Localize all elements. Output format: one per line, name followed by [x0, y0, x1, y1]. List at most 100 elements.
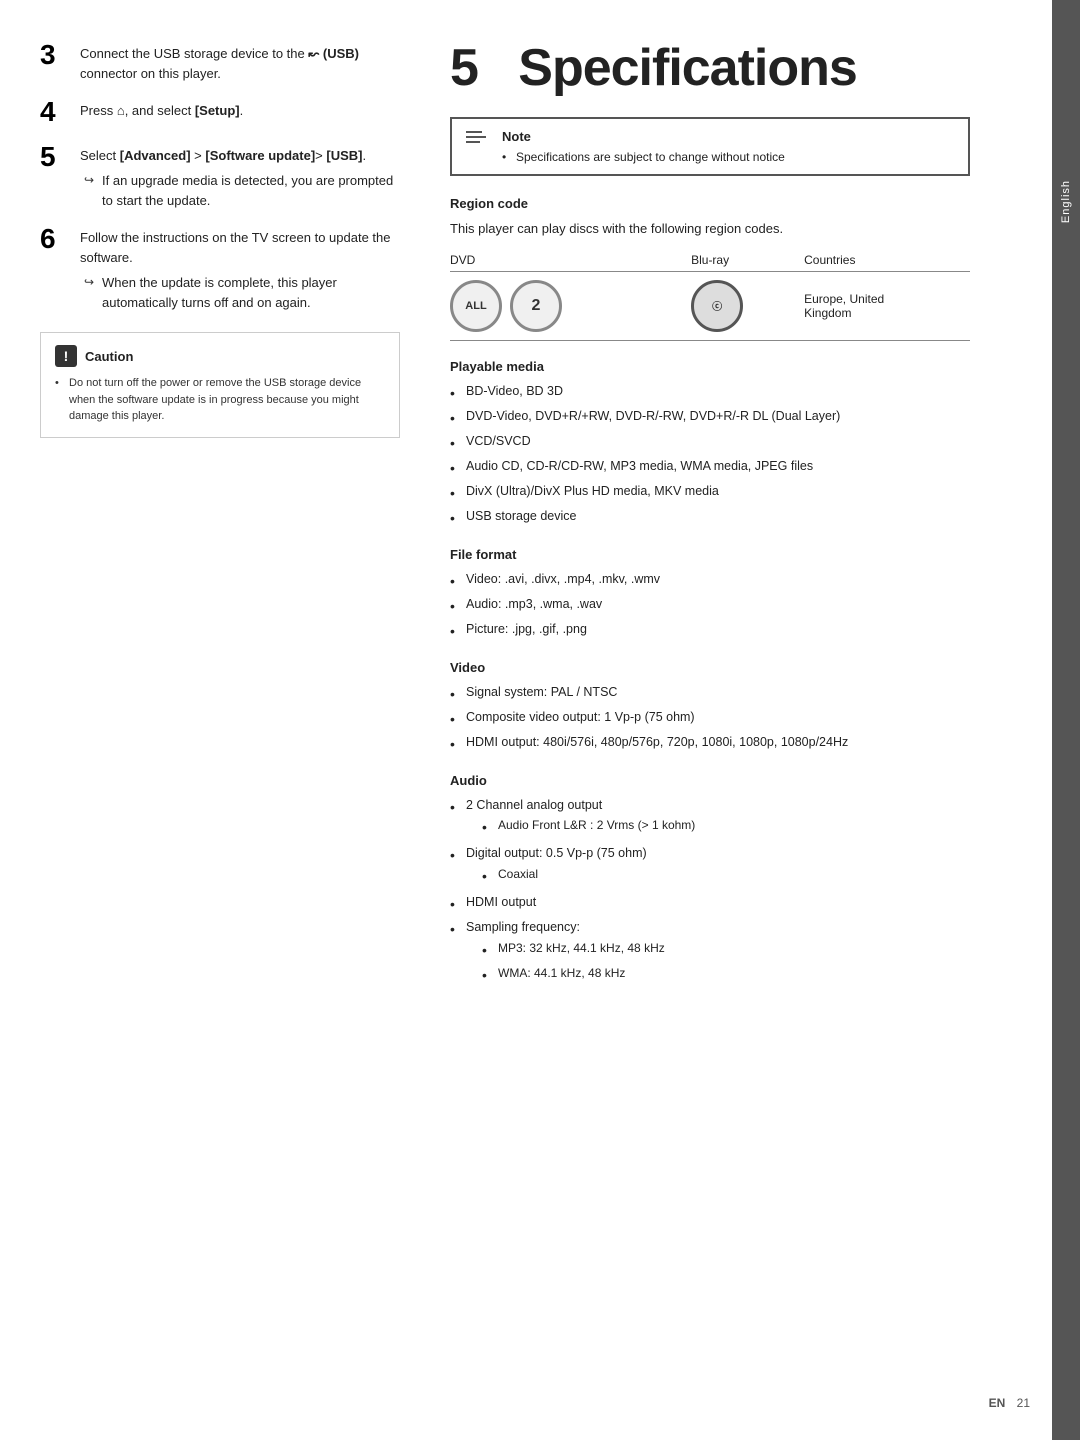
region-code-heading: Region code	[450, 196, 970, 211]
step-number-3: 3	[40, 40, 80, 71]
sub-bullet: •	[482, 964, 498, 986]
note-line-3	[466, 141, 480, 143]
note-line-2	[466, 136, 486, 138]
audio-sub-item-wma: • WMA: 44.1 kHz, 48 kHz	[482, 964, 665, 986]
dvd-all-label: ALL	[465, 300, 486, 312]
sub-bullet: •	[482, 939, 498, 961]
bullet: •	[450, 382, 466, 404]
playable-media-list: •BD-Video, BD 3D •DVD-Video, DVD+R/+RW, …	[450, 382, 970, 529]
language-tab: English	[1052, 0, 1080, 1440]
video-list: •Signal system: PAL / NTSC •Composite vi…	[450, 683, 970, 755]
caution-text: • Do not turn off the power or remove th…	[55, 375, 385, 425]
playable-media-item-2: •DVD-Video, DVD+R/+RW, DVD-R/-RW, DVD+R/…	[450, 407, 970, 429]
region-table-row: ALL 2 ⓒ Europe, UnitedKingdom	[450, 271, 970, 340]
chapter-title: Specifications	[518, 39, 857, 97]
audio-list: • 2 Channel analog output • Audio Front …	[450, 796, 970, 989]
note-lines-icon	[466, 129, 490, 143]
step-4: 4 Press ⌂, and select [Setup].	[40, 97, 400, 128]
audio-item-2: • Digital output: 0.5 Vp-p (75 ohm) • Co…	[450, 844, 970, 890]
bd-disc: ⓒ	[691, 280, 743, 332]
arrow-icon: ↪	[84, 171, 102, 210]
caution-icon: !	[55, 345, 77, 367]
step-3: 3 Connect the USB storage device to the …	[40, 40, 400, 83]
sub-bullet: •	[482, 816, 498, 838]
language-tab-text: English	[1060, 180, 1072, 223]
note-item-1: • Specifications are subject to change w…	[502, 150, 954, 164]
dvd-2-disc: 2	[510, 280, 562, 332]
sub-bullet: •	[482, 865, 498, 887]
step-number-5: 5	[40, 142, 80, 173]
playable-media-item-1: •BD-Video, BD 3D	[450, 382, 970, 404]
video-item-2: •Composite video output: 1 Vp-p (75 ohm)	[450, 708, 970, 730]
bluray-disc-cell: ⓒ	[691, 271, 804, 340]
region-table-header-countries: Countries	[804, 249, 970, 272]
step-3-content: Connect the USB storage device to the ↜ …	[80, 40, 400, 83]
arrow-icon-2: ↪	[84, 273, 102, 312]
step-5: 5 Select [Advanced] > [Software update]>…	[40, 142, 400, 211]
region-table-header-dvd: DVD	[450, 249, 691, 272]
chapter-heading: 5 Specifications	[450, 40, 970, 97]
audio-item-1: • 2 Channel analog output • Audio Front …	[450, 796, 970, 842]
step-number-4: 4	[40, 97, 80, 128]
caution-header: ! Caution	[55, 345, 385, 367]
dvd-2-label: 2	[532, 297, 541, 315]
dvd-disc-cell: ALL 2	[450, 271, 691, 340]
audio-item-3: •HDMI output	[450, 893, 970, 915]
step-6-content: Follow the instructions on the TV screen…	[80, 224, 400, 312]
video-item-3: •HDMI output: 480i/576i, 480p/576p, 720p…	[450, 733, 970, 755]
page-number: 21	[1017, 1396, 1030, 1410]
note-content: Note • Specifications are subject to cha…	[502, 129, 954, 164]
video-item-1: •Signal system: PAL / NTSC	[450, 683, 970, 705]
bullet: •	[450, 683, 466, 705]
video-heading: Video	[450, 660, 970, 675]
bullet: •	[450, 507, 466, 529]
bullet: •	[450, 570, 466, 592]
playable-media-item-4: •Audio CD, CD-R/CD-RW, MP3 media, WMA me…	[450, 457, 970, 479]
caution-label: Caution	[85, 349, 133, 364]
note-label: Note	[502, 129, 954, 144]
bullet: •	[450, 796, 466, 818]
step-number-6: 6	[40, 224, 80, 255]
step-5-subbullet-text: If an upgrade media is detected, you are…	[102, 171, 400, 210]
bullet: •	[450, 708, 466, 730]
bullet: •	[450, 893, 466, 915]
audio-sub-list-sampling: • MP3: 32 kHz, 44.1 kHz, 48 kHz • WMA: 4…	[482, 939, 665, 986]
caution-box: ! Caution • Do not turn off the power or…	[40, 332, 400, 438]
bullet: •	[450, 733, 466, 755]
audio-sub-item-mp3: • MP3: 32 kHz, 44.1 kHz, 48 kHz	[482, 939, 665, 961]
bullet: •	[450, 620, 466, 642]
countries-cell: Europe, UnitedKingdom	[804, 271, 970, 340]
file-format-item-2: •Audio: .mp3, .wma, .wav	[450, 595, 970, 617]
playable-media-item-5: •DivX (Ultra)/DivX Plus HD media, MKV me…	[450, 482, 970, 504]
audio-sub-item-digital: • Coaxial	[482, 865, 647, 887]
file-format-item-3: •Picture: .jpg, .gif, .png	[450, 620, 970, 642]
step-6: 6 Follow the instructions on the TV scre…	[40, 224, 400, 312]
bullet-dot: •	[55, 375, 69, 425]
audio-sub-list-2: • Coaxial	[482, 865, 647, 887]
step-6-subbullet-text: When the update is complete, this player…	[102, 273, 400, 312]
dvd-discs: ALL 2	[450, 280, 683, 332]
bullet: •	[450, 482, 466, 504]
file-format-item-1: •Video: .avi, .divx, .mp4, .mkv, .wmv	[450, 570, 970, 592]
region-table: DVD Blu-ray Countries ALL 2	[450, 249, 970, 341]
bullet: •	[450, 432, 466, 454]
caution-item-1: Do not turn off the power or remove the …	[69, 375, 385, 425]
en-label: EN	[989, 1396, 1006, 1410]
region-code-intro: This player can play discs with the foll…	[450, 219, 970, 239]
bullet: •	[450, 844, 466, 866]
playable-media-heading: Playable media	[450, 359, 970, 374]
usb-label: ↜ (USB)	[308, 46, 359, 61]
audio-sub-list-1: • Audio Front L&R : 2 Vrms (> 1 kohm)	[482, 816, 695, 838]
bullet: •	[450, 457, 466, 479]
bullet: •	[450, 595, 466, 617]
region-table-header-bluray: Blu-ray	[691, 249, 804, 272]
note-box: Note • Specifications are subject to cha…	[450, 117, 970, 176]
step-4-content: Press ⌂, and select [Setup].	[80, 97, 400, 121]
file-format-heading: File format	[450, 547, 970, 562]
playable-media-item-6: •USB storage device	[450, 507, 970, 529]
note-item-text: Specifications are subject to change wit…	[516, 150, 785, 164]
step-5-content: Select [Advanced] > [Software update]> […	[80, 142, 400, 211]
page-footer: EN 21	[989, 1396, 1030, 1410]
bullet: •	[450, 918, 466, 940]
audio-sub-item-analog: • Audio Front L&R : 2 Vrms (> 1 kohm)	[482, 816, 695, 838]
